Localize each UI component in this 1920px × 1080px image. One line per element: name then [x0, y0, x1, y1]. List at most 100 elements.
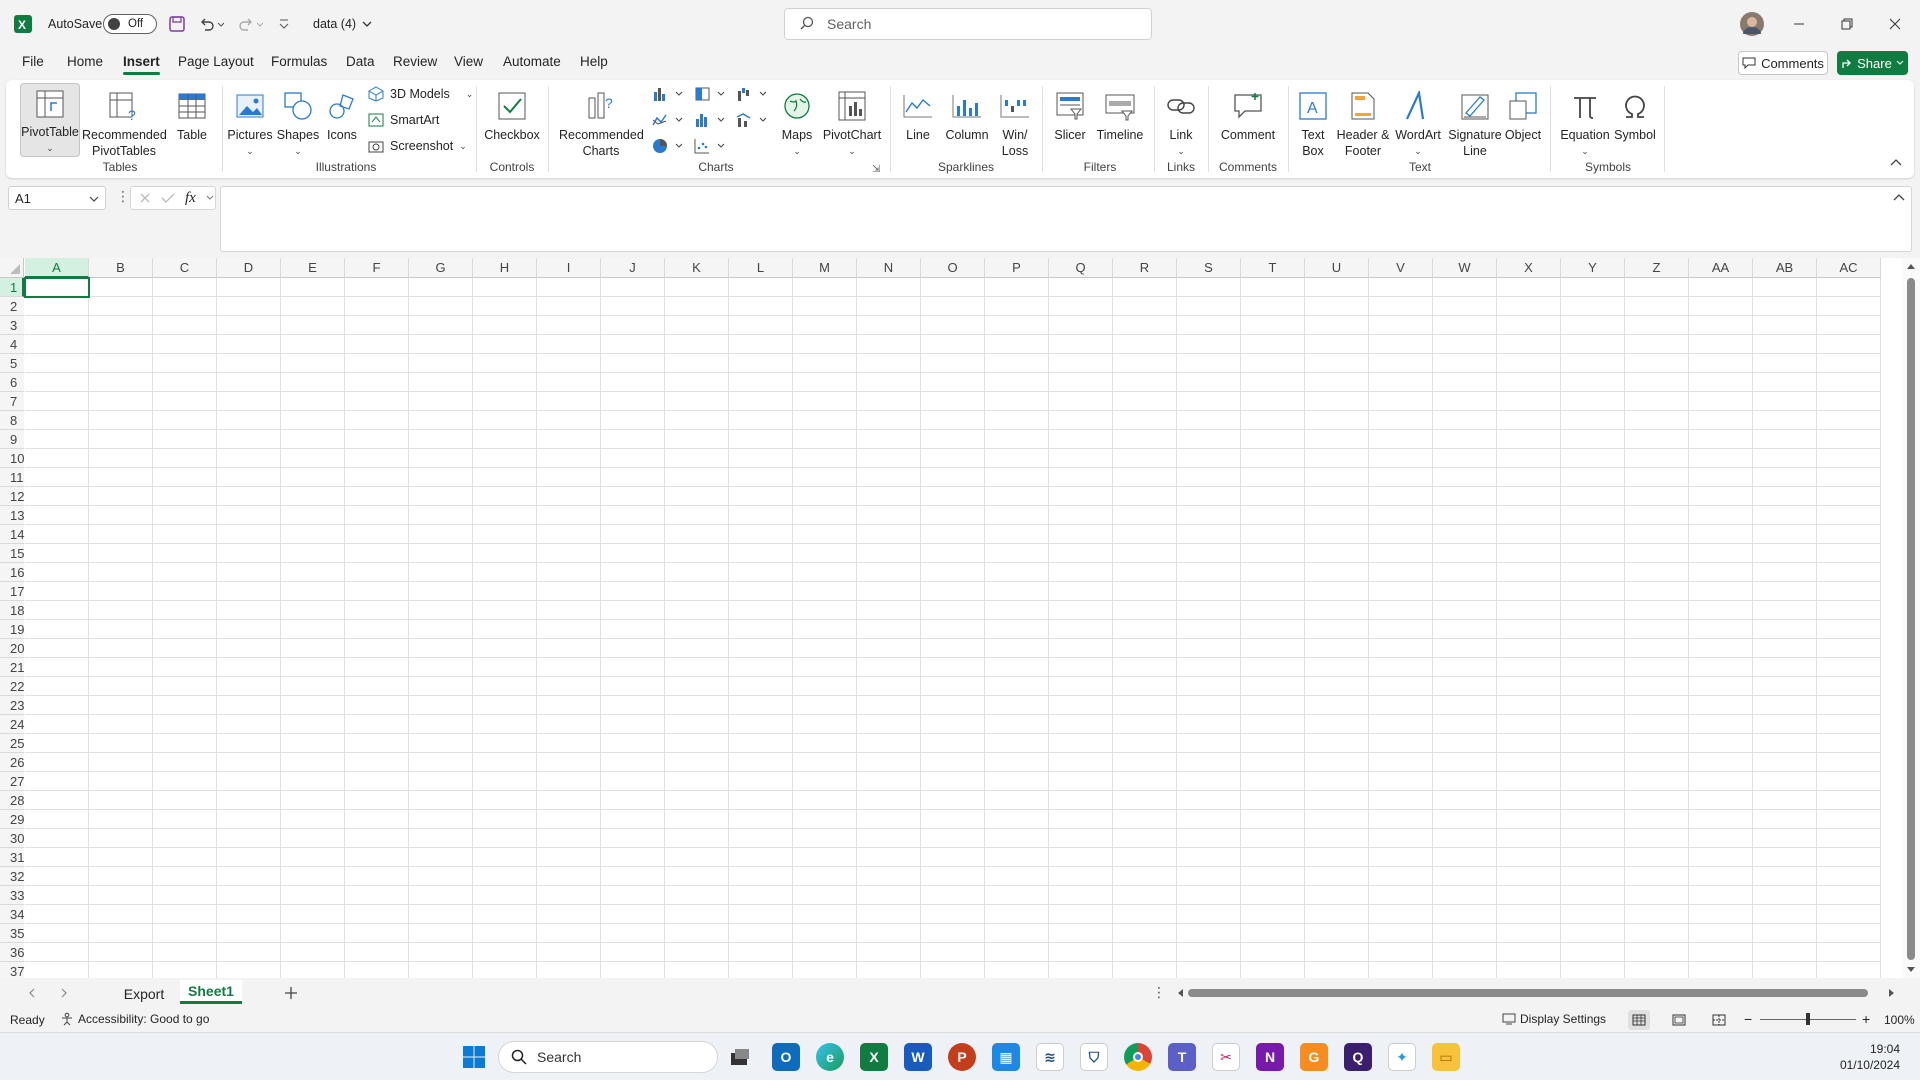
row-header-30[interactable]: 30: [0, 829, 24, 848]
column-header-s[interactable]: S: [1177, 258, 1241, 278]
3d-models-button[interactable]: 3D Models ⌄: [368, 86, 473, 102]
column-header-e[interactable]: E: [281, 258, 345, 278]
normal-view-icon[interactable]: [1628, 1010, 1650, 1030]
row-header-8[interactable]: 8: [0, 411, 24, 430]
statistic-chart-icon[interactable]: [694, 112, 736, 128]
equation-button[interactable]: Equation ⌄: [1556, 85, 1614, 159]
line-chart-icon[interactable]: [652, 112, 694, 128]
sparkline-line-button[interactable]: Line: [898, 85, 938, 143]
column-header-f[interactable]: F: [345, 258, 409, 278]
excel-icon[interactable]: X: [860, 1043, 888, 1071]
select-all-corner[interactable]: [0, 258, 24, 278]
column-header-a[interactable]: A: [25, 258, 89, 278]
recommended-pivottables-button[interactable]: ? Recommended PivotTables: [82, 85, 167, 159]
header-footer-button[interactable]: Header & Footer: [1336, 85, 1390, 159]
defender-shield-icon[interactable]: ⛉: [1080, 1043, 1108, 1071]
previous-sheet-icon[interactable]: [28, 988, 36, 998]
pie-chart-icon[interactable]: [652, 138, 694, 154]
horizontal-scrollbar[interactable]: [1172, 978, 1898, 1008]
collapse-formula-bar-icon[interactable]: [1893, 193, 1905, 201]
onenote-icon[interactable]: N: [1256, 1043, 1284, 1071]
more-options-icon[interactable]: ⋮: [116, 188, 130, 205]
row-header-13[interactable]: 13: [0, 506, 24, 525]
slicer-button[interactable]: Slicer: [1050, 85, 1090, 143]
page-layout-view-icon[interactable]: [1672, 1014, 1686, 1026]
table-button[interactable]: Table: [170, 85, 214, 143]
column-header-h[interactable]: H: [473, 258, 537, 278]
insert-function-button[interactable]: fx: [185, 190, 196, 207]
row-header-6[interactable]: 6: [0, 373, 24, 392]
column-header-m[interactable]: M: [793, 258, 857, 278]
vertical-scrollbar[interactable]: [1902, 258, 1920, 978]
add-sheet-icon[interactable]: [284, 986, 298, 1000]
vertical-scroll-thumb[interactable]: [1907, 278, 1915, 960]
row-header-27[interactable]: 27: [0, 772, 24, 791]
scroll-right-icon[interactable]: [1888, 988, 1896, 998]
row-header-4[interactable]: 4: [0, 335, 24, 354]
next-sheet-icon[interactable]: [60, 988, 68, 998]
scatter-chart-icon[interactable]: [694, 138, 736, 154]
redo-icon[interactable]: [237, 0, 263, 48]
column-header-n[interactable]: N: [857, 258, 921, 278]
combo-chart-icon[interactable]: [736, 112, 778, 128]
tab-data[interactable]: Data: [346, 54, 375, 69]
tab-formulas[interactable]: Formulas: [271, 54, 327, 69]
powerpoint-icon[interactable]: P: [948, 1043, 976, 1071]
shapes-button[interactable]: Shapes ⌄: [277, 85, 319, 159]
row-header-35[interactable]: 35: [0, 924, 24, 943]
scroll-left-icon[interactable]: [1176, 988, 1184, 998]
collapse-ribbon-icon[interactable]: [1890, 158, 1902, 166]
maps-button[interactable]: Maps ⌄: [776, 85, 818, 159]
close-icon[interactable]: [1872, 0, 1918, 48]
row-header-7[interactable]: 7: [0, 392, 24, 411]
row-header-1[interactable]: 1: [0, 278, 24, 297]
teams-icon[interactable]: T: [1168, 1043, 1196, 1071]
column-header-c[interactable]: C: [153, 258, 217, 278]
row-header-34[interactable]: 34: [0, 905, 24, 924]
row-header-11[interactable]: 11: [0, 468, 24, 487]
column-header-o[interactable]: O: [921, 258, 985, 278]
chrome-icon[interactable]: [1124, 1043, 1152, 1071]
column-header-ac[interactable]: AC: [1817, 258, 1881, 278]
row-header-36[interactable]: 36: [0, 943, 24, 962]
tab-insert[interactable]: Insert: [123, 54, 160, 75]
column-chart-icon[interactable]: [652, 86, 694, 102]
tab-review[interactable]: Review: [393, 54, 437, 69]
row-header-31[interactable]: 31: [0, 848, 24, 867]
hierarchy-chart-icon[interactable]: [694, 86, 736, 102]
file-explorer-icon[interactable]: ▭: [1432, 1043, 1460, 1071]
zoom-in-icon[interactable]: +: [1862, 1011, 1870, 1027]
row-header-32[interactable]: 32: [0, 867, 24, 886]
pictures-button[interactable]: Pictures ⌄: [227, 85, 273, 159]
waterfall-chart-icon[interactable]: [736, 86, 778, 102]
row-header-10[interactable]: 10: [0, 449, 24, 468]
cancel-entry-icon[interactable]: [139, 192, 151, 204]
row-header-28[interactable]: 28: [0, 791, 24, 810]
name-box[interactable]: A1: [8, 186, 106, 210]
column-header-g[interactable]: G: [409, 258, 473, 278]
column-header-u[interactable]: U: [1305, 258, 1369, 278]
row-header-29[interactable]: 29: [0, 810, 24, 829]
scroll-down-icon[interactable]: [1906, 966, 1916, 974]
avatar[interactable]: [1740, 0, 1764, 48]
search-input[interactable]: Search: [784, 8, 1152, 40]
formula-input[interactable]: [220, 186, 1912, 252]
row-header-3[interactable]: 3: [0, 316, 24, 335]
tab-view[interactable]: View: [454, 54, 483, 69]
row-header-2[interactable]: 2: [0, 297, 24, 316]
charts-dialog-launcher-icon[interactable]: ⇲: [872, 164, 880, 175]
edge-icon[interactable]: e: [816, 1043, 844, 1071]
spreadsheet-grid[interactable]: A B C D E F G H I J K L M N O P Q R S T U V W X Y Z AA AB AC 1234567…: [0, 258, 1920, 981]
word-icon[interactable]: W: [904, 1043, 932, 1071]
column-header-ab[interactable]: AB: [1753, 258, 1817, 278]
scroll-up-icon[interactable]: [1906, 262, 1916, 270]
taskbar-search-input[interactable]: Search: [498, 1041, 718, 1073]
company-portal-icon[interactable]: ▦: [992, 1043, 1020, 1071]
comment-button[interactable]: Comment: [1216, 85, 1280, 143]
sheet-tab-sheet1[interactable]: Sheet1: [180, 980, 242, 1004]
row-header-12[interactable]: 12: [0, 487, 24, 506]
column-header-l[interactable]: L: [729, 258, 793, 278]
row-header-22[interactable]: 22: [0, 677, 24, 696]
recommended-charts-button[interactable]: ? Recommended Charts: [558, 85, 644, 159]
app-orange-icon[interactable]: G: [1300, 1043, 1328, 1071]
